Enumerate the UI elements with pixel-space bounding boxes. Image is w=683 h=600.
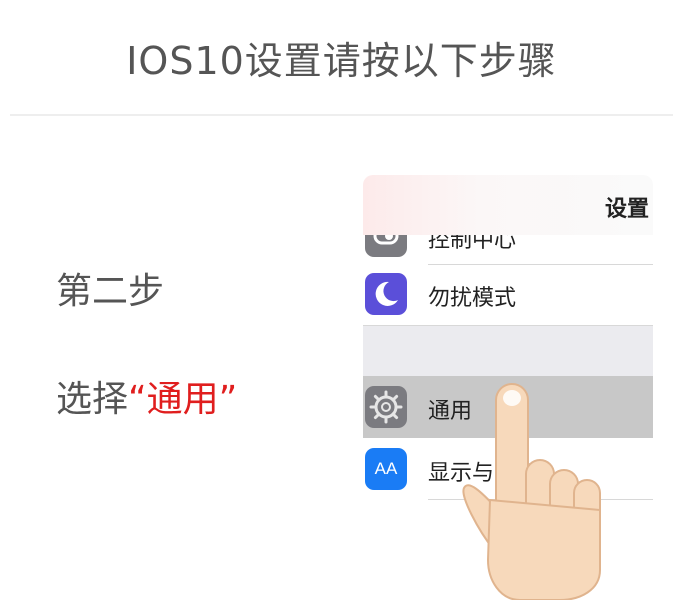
instruction-prefix: 选择 (56, 379, 129, 420)
moon-icon (365, 273, 407, 315)
title-divider (10, 114, 673, 116)
pointing-hand-icon (460, 380, 620, 600)
page-title: IOS10设置请按以下步骤 (126, 39, 557, 83)
page: IOS10设置请按以下步骤 第二步 选择“通用” 设置 控制中心 勿扰模式 通用… (0, 0, 683, 600)
gear-icon (365, 386, 407, 428)
settings-nav-title: 设置 (604, 197, 649, 222)
settings-row-label: 勿扰模式 (428, 286, 517, 311)
step-label: 第二步 (56, 271, 165, 312)
settings-row-do-not-disturb[interactable]: 勿扰模式 (363, 263, 653, 325)
instruction-text: 选择“通用” (56, 370, 237, 422)
settings-nav-bar: 设置 (363, 175, 653, 235)
text-size-icon: AA (365, 448, 407, 490)
settings-section-gap (363, 325, 653, 376)
instruction-highlight: “通用” (128, 379, 238, 420)
